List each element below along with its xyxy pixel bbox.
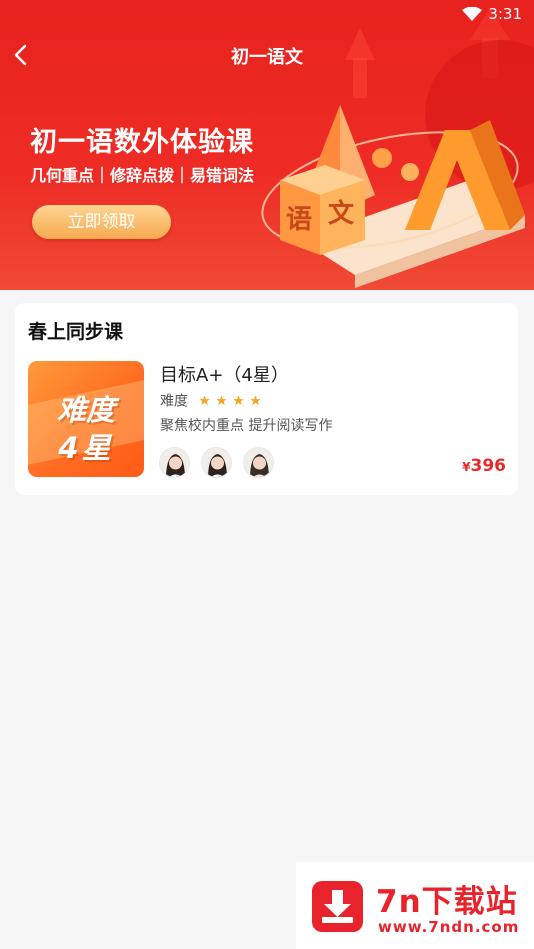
- course-name: 目标A+（4星）: [160, 365, 289, 386]
- banner-title: 初一语数外体验课: [30, 127, 254, 158]
- banner-subtitle: 几何重点｜修辞点拨｜易错词法: [30, 166, 255, 185]
- promo-banner[interactable]: 语 文 3:31 初一语文 初一语数外体验课 几何重点｜修辞点拨｜易错词法 立即…: [0, 0, 534, 290]
- course-cover: 难度 4星: [28, 361, 144, 477]
- cover-difficulty-text: 难度: [56, 393, 115, 427]
- status-time: 3:31: [488, 5, 522, 23]
- star-icon: [216, 395, 227, 406]
- teacher-avatar: [201, 447, 233, 478]
- svg-text:文: 文: [328, 198, 355, 229]
- cover-stars-text: 4星: [58, 431, 114, 465]
- currency-symbol: ¥: [462, 460, 471, 474]
- site-watermark: 7n下载站 www.7ndn.com: [296, 862, 534, 949]
- teacher-avatars: [159, 447, 280, 478]
- watermark-name: 7n下载站: [376, 884, 518, 920]
- course-description: 聚焦校内重点 提升阅读写作: [160, 418, 333, 434]
- star-icon: [233, 395, 244, 406]
- course-section-card: 春上同步课 难度 4星 目标A+（4星） 难度 聚焦校内重点 提升阅读写作 ¥3…: [15, 303, 518, 495]
- price-value: 396: [470, 456, 507, 476]
- course-list-page: 语 文 3:31 初一语文 初一语数外体验课 几何重点｜修辞点拨｜易错词法 立即…: [0, 0, 534, 949]
- claim-button[interactable]: 立即领取: [32, 205, 171, 239]
- difficulty-label: 难度: [160, 393, 188, 410]
- star-icon: [250, 395, 261, 406]
- teacher-avatar: [243, 447, 275, 478]
- wifi-icon: [462, 7, 482, 21]
- svg-text:语: 语: [286, 205, 312, 235]
- teacher-avatar: [159, 447, 190, 478]
- course-price: ¥396: [462, 456, 506, 476]
- difficulty-rating: 难度: [160, 390, 261, 410]
- section-title: 春上同步课: [28, 321, 124, 343]
- nav-bar: 初一语文: [0, 36, 534, 74]
- status-bar: 3:31: [0, 0, 534, 30]
- star-icon: [199, 395, 210, 406]
- course-list-item[interactable]: 难度 4星 目标A+（4星） 难度 聚焦校内重点 提升阅读写作 ¥396: [28, 361, 506, 479]
- watermark-url: www.7ndn.com: [378, 918, 520, 936]
- download-icon: [312, 881, 363, 932]
- page-title: 初一语文: [231, 47, 303, 68]
